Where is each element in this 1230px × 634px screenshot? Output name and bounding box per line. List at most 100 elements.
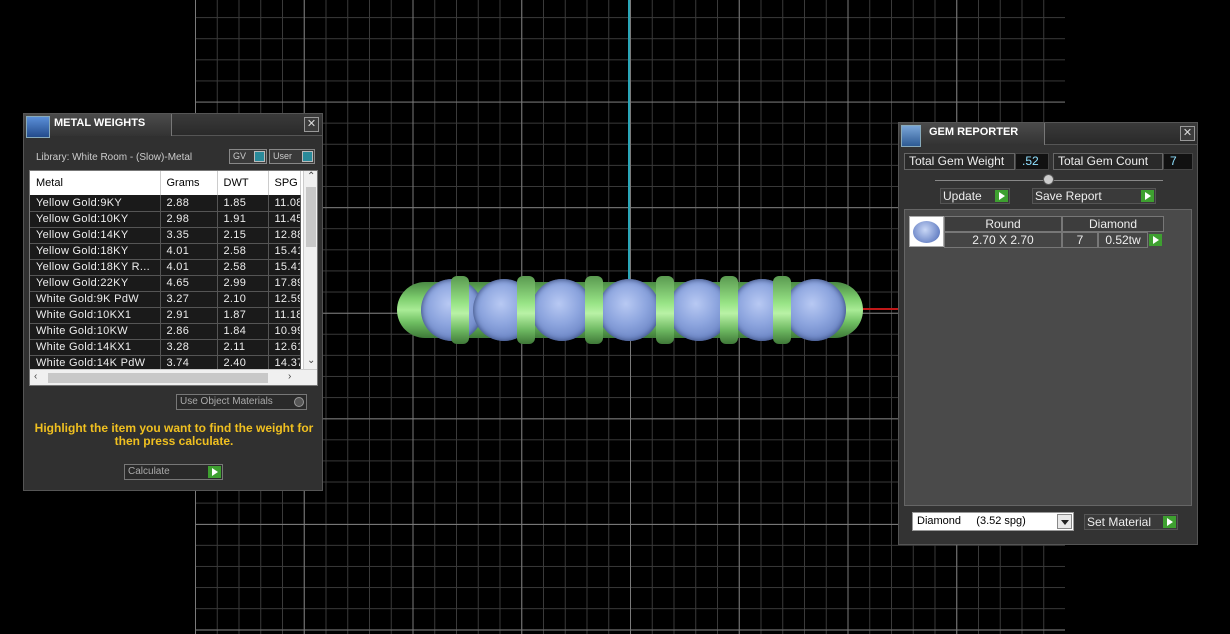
scroll-up-icon[interactable]: ⌃ [307,171,315,182]
metal-cell: Yellow Gold:18KY R... [30,259,161,276]
slider-knob-icon[interactable] [1043,174,1054,185]
dwt-cell: 2.58 [217,243,269,260]
gem-shape: Round [944,216,1062,232]
table-row[interactable]: White Gold:14KX13.282.1112.61 [30,339,301,356]
grams-cell: 2.88 [160,195,218,212]
metal-weights-panel: METAL WEIGHTS ✕ Library: White Room - (S… [23,113,323,491]
dwt-cell: 1.87 [217,307,269,324]
spg-cell: 11.08 [268,195,301,212]
dwt-cell: 2.15 [217,227,269,244]
spg-cell: 11.18 [268,307,301,324]
grams-cell: 3.35 [160,227,218,244]
gem-material: Diamond [1062,216,1164,232]
gv-label: GV [233,151,247,161]
set-material-label: Set Material [1087,515,1152,529]
gem-bar [720,276,738,344]
horizontal-scrollbar[interactable]: ‹ › [30,369,317,385]
spg-cell: 11.45 [268,211,301,228]
calculate-button[interactable]: Calculate [124,464,223,480]
spg-cell: 15.41 [268,243,301,260]
column-header-spg[interactable]: SPG [268,171,301,195]
table-row[interactable]: Yellow Gold:10KY 2.98 1.91 11.45 [30,211,301,228]
table-row[interactable]: Yellow Gold:22KY4.652.9917.89 [30,275,301,292]
metal-cell: Yellow Gold:18KY [30,243,161,260]
play-arrow-icon [1141,190,1154,202]
metal-cell: Yellow Gold:14KY [30,227,161,244]
save-report-button[interactable]: Save Report [1032,188,1156,204]
scroll-down-icon[interactable]: ⌄ [307,355,315,366]
table-row[interactable]: White Gold:10KX1 2.91 1.87 11.18 [30,307,301,324]
column-header-dwt[interactable]: DWT [217,171,269,195]
dwt-cell: 2.99 [217,275,269,292]
ring-model[interactable] [397,276,863,344]
table-row[interactable]: White Gold:10KW2.861.8410.99 [30,323,301,340]
horizontal-scroll-thumb[interactable] [48,373,268,383]
table-row[interactable]: Yellow Gold:9KY 2.88 1.85 11.08 [30,195,301,212]
column-header-grams[interactable]: Grams [160,171,218,195]
spg-cell: 12.59 [268,291,301,308]
gem-list[interactable]: Round Diamond 2.70 X 2.70 7 0.52tw [904,209,1192,506]
dwt-cell: 2.58 [217,259,269,276]
table-row[interactable]: Yellow Gold:18KY R...4.012.5815.41 [30,259,301,276]
vertical-scrollbar[interactable]: ⌃ ⌄ [303,171,317,371]
calculate-label: Calculate [128,466,170,477]
table-row[interactable]: Yellow Gold:14KY3.352.1512.88 [30,227,301,244]
round-gem-icon [913,221,940,243]
radio-icon [294,397,304,407]
spg-cell: 12.61 [268,339,301,356]
grams-cell: 3.27 [160,291,218,308]
gem-reporter-title: GEM REPORTER [929,126,1019,138]
total-gem-weight-label: Total Gem Weight [904,153,1015,170]
total-gem-count-label: Total Gem Count [1053,153,1163,170]
total-gem-count-value: 7 [1163,153,1193,170]
gem-bar [585,276,603,344]
table-row[interactable]: White Gold:9K PdW3.272.1012.59 [30,291,301,308]
metal-weights-icon [26,116,50,138]
table-row[interactable]: Yellow Gold:18KY4.012.5815.41 [30,243,301,260]
gem-size: 2.70 X 2.70 [944,232,1062,248]
metal-cell: Yellow Gold:9KY [30,195,161,212]
dwt-cell: 1.85 [217,195,269,212]
grams-cell: 2.91 [160,307,218,324]
gv-toggle-icon [254,151,265,162]
close-icon[interactable]: ✕ [1180,126,1195,141]
dwt-cell: 2.10 [217,291,269,308]
dwt-cell: 1.84 [217,323,269,340]
scroll-right-icon[interactable]: › [288,371,291,382]
play-arrow-icon[interactable] [1149,234,1162,246]
gem-reporter-icon [901,125,921,147]
play-arrow-icon [995,190,1008,202]
scroll-left-icon[interactable]: ‹ [34,371,37,382]
gem-stone [531,279,593,341]
set-material-button[interactable]: Set Material [1084,514,1178,530]
metal-cell: Yellow Gold:22KY [30,275,161,292]
play-arrow-icon [1163,516,1176,528]
update-button[interactable]: Update [940,188,1010,204]
grams-cell: 2.86 [160,323,218,340]
metal-cell: White Gold:10KX1 [30,307,161,324]
spg-cell: 15.41 [268,259,301,276]
chevron-down-icon[interactable] [1057,514,1072,529]
user-toggle[interactable]: User [269,149,315,164]
close-icon[interactable]: ✕ [304,117,319,132]
user-toggle-icon [302,151,313,162]
use-object-materials-toggle[interactable]: Use Object Materials [176,394,307,410]
vertical-scroll-thumb[interactable] [306,187,316,247]
metal-table-container[interactable]: Metal Grams DWT SPG Yellow Gold:9KY 2.88 1… [29,170,318,386]
library-label: Library: White Room - (Slow)-Metal [36,152,193,163]
metal-cell: White Gold:9K PdW [30,291,161,308]
gem-bar [773,276,791,344]
gem-thumbnail [909,216,944,247]
dwt-cell: 2.11 [217,339,269,356]
gem-reporter-titlebar[interactable]: GEM REPORTER ✕ [899,123,1197,147]
metal-weights-title: METAL WEIGHTS [54,117,146,129]
metal-weights-titlebar[interactable]: METAL WEIGHTS ✕ [24,114,322,138]
grams-cell: 2.98 [160,211,218,228]
metal-table[interactable]: Metal Grams DWT SPG Yellow Gold:9KY 2.88 1… [30,171,301,372]
gv-toggle[interactable]: GV [229,149,267,164]
material-dropdown[interactable]: Diamond (3.52 spg) [912,512,1074,531]
column-header-metal[interactable]: Metal [30,171,161,195]
gem-reporter-panel: GEM REPORTER ✕ Total Gem Weight .52 Tota… [898,122,1198,545]
spg-cell: 12.88 [268,227,301,244]
gem-bar [451,276,469,344]
